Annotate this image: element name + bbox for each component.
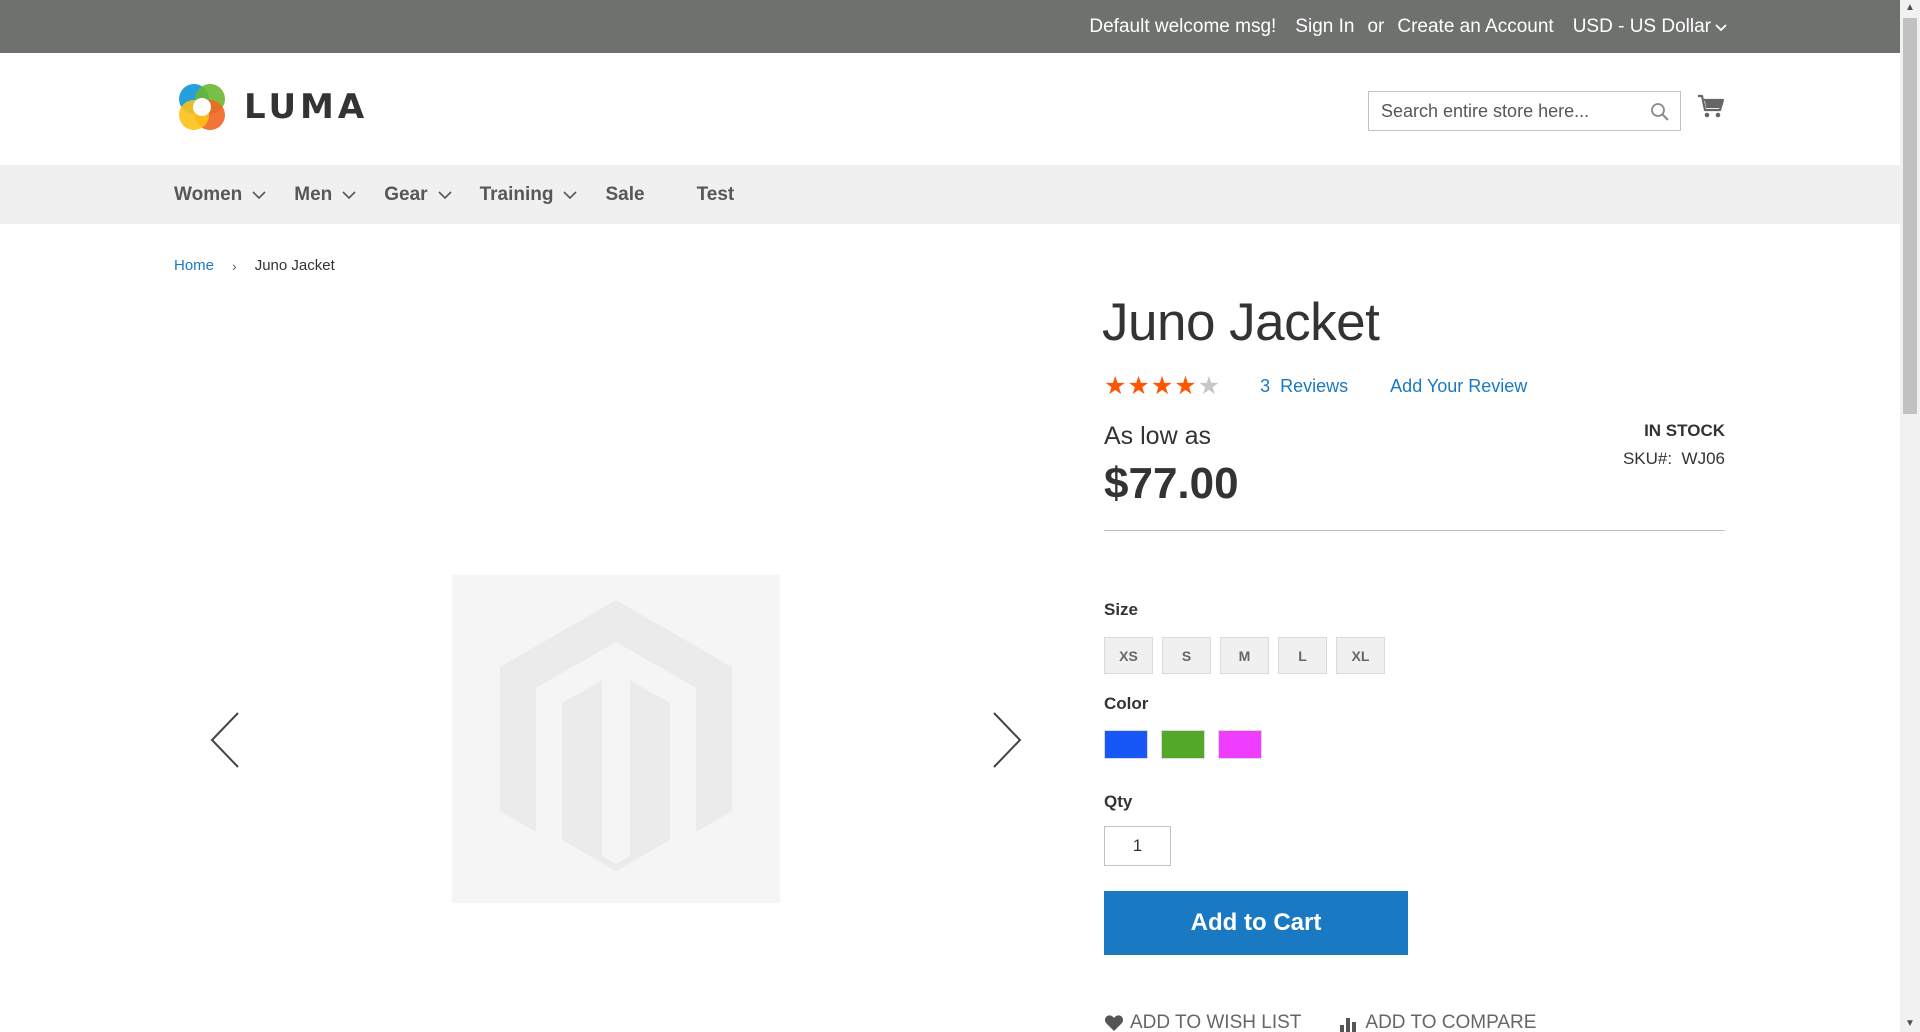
sign-in-link[interactable]: Sign In [1295, 16, 1354, 38]
add-to-compare-link[interactable]: Add to Compare [1339, 1012, 1536, 1032]
currency-switcher[interactable]: USD - US Dollar [1573, 16, 1727, 38]
search-input[interactable] [1381, 100, 1636, 122]
nav-item-women[interactable]: Women [174, 184, 266, 206]
size-option-l[interactable]: L [1278, 637, 1327, 674]
breadcrumb-home-link[interactable]: Home [174, 257, 214, 274]
product-price: $77.00 [1104, 459, 1239, 508]
size-option-s[interactable]: S [1162, 637, 1211, 674]
or-text: or [1367, 15, 1385, 37]
nav-item-label: Gear [384, 183, 428, 205]
currency-label: USD - US Dollar [1572, 15, 1711, 37]
nav-item-gear[interactable]: Gear [384, 183, 452, 206]
bar-chart-icon [1340, 1018, 1357, 1032]
nav-item-label: Training [479, 183, 554, 205]
search-box[interactable] [1368, 91, 1681, 131]
chevron-down-icon [438, 190, 452, 199]
color-option-1[interactable] [1104, 730, 1148, 759]
reviews-count: 3 [1260, 376, 1271, 396]
star-icon: ★ [1174, 372, 1197, 400]
nav-item-label: Women [174, 183, 243, 205]
nav-item-label: Men [294, 183, 333, 205]
qty-label: Qty [1104, 792, 1133, 811]
add-to-wishlist-link[interactable]: Add to Wish List [1104, 1012, 1301, 1032]
logo-text: LUMA [244, 87, 369, 127]
header-links: Default welcome msg! Sign In or Create a… [1089, 0, 1727, 53]
chevron-down-icon [1715, 23, 1727, 31]
divider [1104, 530, 1725, 531]
nav-item-label: Test [696, 183, 735, 205]
product-image-placeholder[interactable] [452, 575, 780, 903]
compare-label: Add to Compare [1365, 1012, 1537, 1032]
size-swatches: XS S M L XL [1104, 637, 1385, 674]
star-icon: ★ [1197, 372, 1221, 400]
gallery-prev-arrow-icon[interactable] [208, 710, 242, 770]
chevron-down-icon [342, 190, 356, 199]
chevron-down-icon [563, 190, 578, 199]
add-review-link[interactable]: Add Your Review [1390, 376, 1527, 397]
size-label: Size [1104, 600, 1139, 619]
rating-stars: ★ ★ ★ ★ ★ [1104, 374, 1220, 399]
qty-input[interactable] [1104, 826, 1171, 866]
sku-value: WJ06 [1681, 449, 1725, 468]
gallery-next-arrow-icon[interactable] [990, 710, 1024, 770]
add-to-cart-button[interactable]: Add to Cart [1104, 891, 1408, 955]
color-option-2[interactable] [1161, 730, 1205, 759]
star-icon: ★ [1104, 372, 1127, 400]
breadcrumb-current: Juno Jacket [254, 257, 335, 274]
breadcrumb: Home › Juno Jacket [174, 257, 335, 274]
size-option-m[interactable]: M [1220, 637, 1269, 674]
heart-icon [1104, 1015, 1124, 1031]
search-icon[interactable] [1650, 102, 1670, 122]
size-option-xl[interactable]: XL [1336, 637, 1385, 674]
store-logo[interactable]: LUMA [174, 79, 368, 135]
color-label: Color [1104, 694, 1149, 713]
color-swatches [1104, 730, 1262, 759]
nav-item-label: Sale [605, 183, 645, 205]
luma-logo-icon [179, 84, 225, 130]
star-icon: ★ [1127, 372, 1150, 400]
welcome-message: Default welcome msg! [1089, 15, 1277, 37]
star-icon: ★ [1150, 372, 1174, 400]
scroll-up-arrow-icon[interactable]: ▲ [1904, 2, 1916, 14]
nav-item-men[interactable]: Men [294, 184, 356, 206]
sku-line: SKU#: WJ06 [1623, 449, 1725, 469]
page-scrollbar[interactable]: ▲ ▼ [1900, 0, 1920, 1032]
create-account-link[interactable]: Create an Account [1397, 16, 1553, 38]
product-rating: ★ ★ ★ ★ ★ 3 Reviews Add Your Review [1104, 374, 1527, 399]
price-label: As low as [1104, 422, 1211, 450]
cart-icon[interactable] [1697, 93, 1725, 121]
size-option-xs[interactable]: XS [1104, 637, 1153, 674]
nav-item-sale[interactable]: Sale [605, 184, 644, 206]
top-panel: Default welcome msg! Sign In or Create a… [0, 0, 1900, 53]
product-title: Juno Jacket [1102, 293, 1380, 352]
chevron-down-icon [252, 190, 266, 199]
stock-status: IN STOCK [1644, 421, 1725, 440]
breadcrumb-separator: › [232, 257, 237, 274]
reviews-link[interactable]: 3 Reviews [1260, 376, 1348, 397]
magento-placeholder-icon [500, 600, 732, 871]
color-option-3[interactable] [1218, 730, 1262, 759]
wishlist-label: Add to Wish List [1130, 1012, 1302, 1032]
nav-item-training[interactable]: Training [480, 184, 578, 206]
product-social-links: Add to Wish List Add to Compare [1104, 1012, 1536, 1032]
nav-item-test[interactable]: Test [697, 184, 735, 206]
scroll-down-arrow-icon[interactable]: ▼ [1904, 1018, 1916, 1030]
reviews-label: Reviews [1280, 376, 1349, 396]
sku-label: SKU#: [1622, 449, 1673, 468]
scroll-thumb[interactable] [1903, 18, 1917, 414]
main-navigation: Women Men Gear Training Sale Test [0, 165, 1900, 224]
